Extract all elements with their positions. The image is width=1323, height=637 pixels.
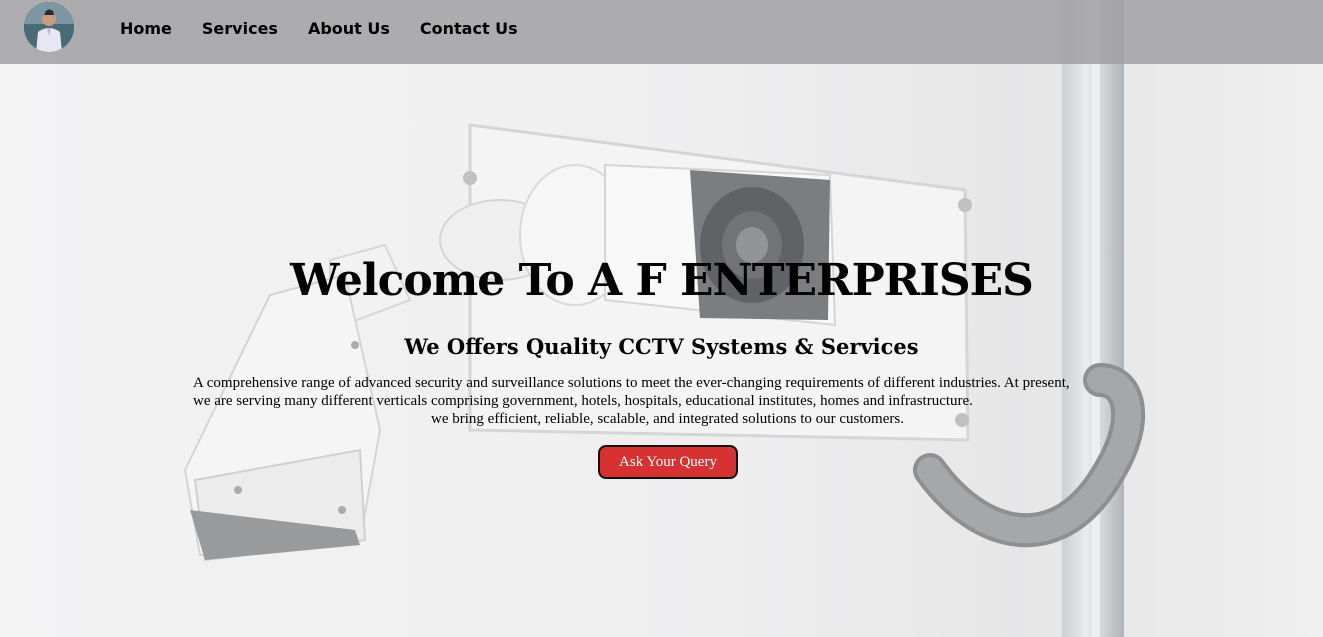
hero-title: Welcome To A F ENTERPRISES xyxy=(290,255,1034,306)
hero-content: Welcome To A F ENTERPRISES We Offers Qua… xyxy=(0,250,1323,362)
nav-link-about-us[interactable]: About Us xyxy=(308,19,390,38)
nav-links: Home Services About Us Contact Us xyxy=(120,19,548,38)
hero-description: A comprehensive range of advanced securi… xyxy=(193,374,1133,428)
nav-link-services[interactable]: Services xyxy=(202,19,278,38)
hero-description-line-1: A comprehensive range of advanced securi… xyxy=(193,375,1070,391)
page: Home Services About Us Contact Us Welcom… xyxy=(0,0,1323,637)
profile-photo-icon[interactable] xyxy=(24,2,74,52)
nav-link-home[interactable]: Home xyxy=(120,19,172,38)
hero-subtitle: We Offers Quality CCTV Systems & Service… xyxy=(404,334,919,359)
nav-link-contact-us[interactable]: Contact Us xyxy=(420,19,518,38)
navbar: Home Services About Us Contact Us xyxy=(0,0,1323,64)
hero-description-line-3: we bring efficient, reliable, scalable, … xyxy=(431,411,904,427)
ask-your-query-button[interactable]: Ask Your Query xyxy=(598,445,738,479)
hero-description-line-2: we are serving many different verticals … xyxy=(193,393,973,409)
